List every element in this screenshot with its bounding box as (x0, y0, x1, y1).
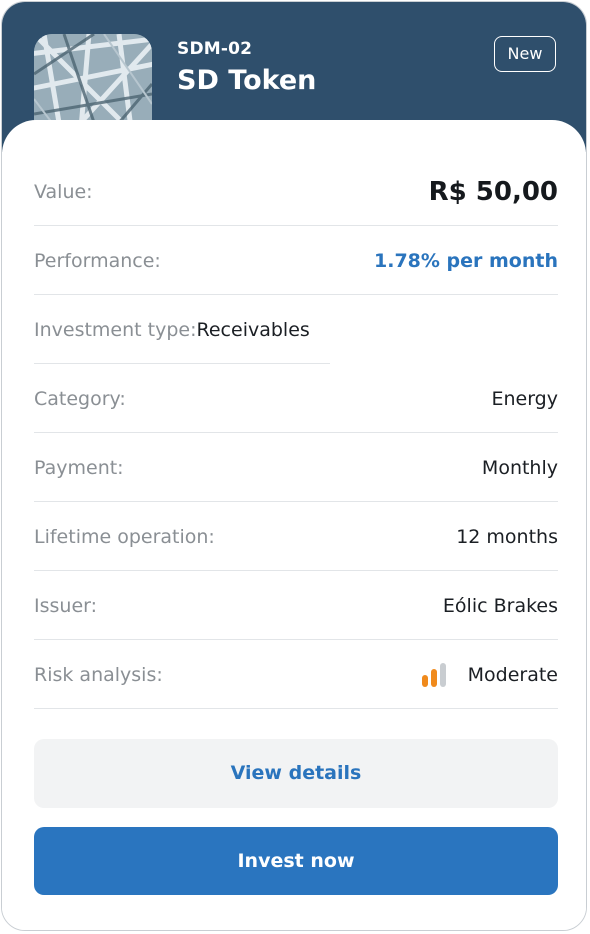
issuer-value: Eólic Brakes (442, 595, 558, 617)
detail-row-value: Value: R$ 50,00 (34, 158, 558, 226)
category-label: Category: (34, 388, 126, 410)
performance-label: Performance: (34, 250, 161, 272)
token-code: SDM-02 (177, 39, 253, 59)
detail-row-performance: Performance: 1.78% per month (34, 227, 558, 295)
risk-label: Risk analysis: (34, 664, 163, 686)
detail-row-payment: Payment: Monthly (34, 434, 558, 502)
value-label: Value: (34, 181, 93, 203)
risk-value: Moderate (467, 664, 558, 686)
detail-row-investment-type: Investment type:Receivables (34, 296, 330, 364)
detail-row-category: Category: Energy (34, 365, 558, 433)
lifetime-label: Lifetime operation: (34, 526, 215, 548)
investment-type-line: Investment type:Receivables (34, 296, 310, 364)
investment-type-label: Investment type: (34, 319, 197, 341)
performance-value: 1.78% per month (374, 250, 558, 272)
new-badge: New (494, 36, 556, 72)
view-details-button[interactable]: View details (34, 739, 558, 808)
risk-indicator: Moderate (420, 641, 558, 709)
detail-row-risk: Risk analysis: Moderate (34, 641, 558, 709)
lifetime-value: 12 months (456, 526, 558, 548)
invest-now-button[interactable]: Invest now (34, 827, 558, 895)
issuer-label: Issuer: (34, 595, 98, 617)
detail-row-issuer: Issuer: Eólic Brakes (34, 572, 558, 640)
payment-value: Monthly (481, 457, 558, 479)
risk-bars-icon (421, 663, 446, 687)
detail-row-lifetime: Lifetime operation: 12 months (34, 503, 558, 571)
value-amount: R$ 50,00 (428, 177, 558, 207)
token-title: SD Token (177, 65, 317, 96)
category-value: Energy (491, 388, 558, 410)
payment-label: Payment: (34, 457, 124, 479)
investment-type-value: Receivables (196, 319, 310, 341)
token-card: SDM-02 SD Token New Value: R$ 50,00 Perf… (1, 1, 587, 931)
